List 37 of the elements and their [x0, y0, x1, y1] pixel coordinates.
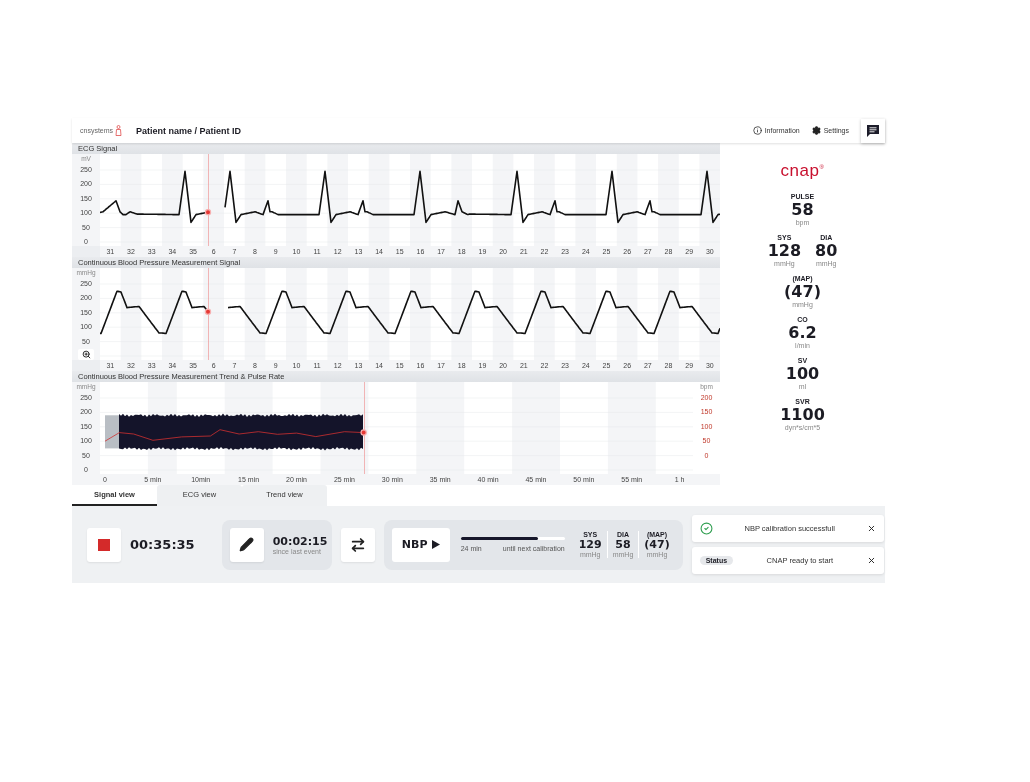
close-icon — [866, 524, 876, 533]
close-icon — [866, 556, 876, 565]
gear-icon — [811, 126, 821, 135]
reading-value: (47) — [644, 538, 670, 551]
swap-button[interactable] — [340, 527, 375, 562]
reading-value: 58 — [615, 538, 631, 551]
patient-title: Patient name / Patient ID — [136, 125, 243, 136]
cnap-logo: cnap$^{®}$ — [780, 161, 825, 181]
event-time: 00:02:15 — [272, 534, 328, 548]
chat-button[interactable] — [861, 118, 885, 143]
vital-value: (47) — [784, 282, 821, 301]
stop-icon — [98, 538, 110, 551]
close-button[interactable] — [866, 556, 876, 565]
swap-icon — [349, 536, 366, 553]
chat-icon — [866, 123, 880, 138]
reading-value: 129 — [578, 538, 602, 551]
stop-button[interactable] — [87, 527, 121, 562]
info-icon — [752, 126, 762, 135]
vital-value: 100 — [785, 364, 820, 383]
cursor-dot — [204, 208, 212, 216]
person-icon — [115, 125, 123, 136]
pencil-icon — [239, 537, 255, 552]
nbp-button[interactable]: NBP — [391, 527, 450, 562]
vital-value: 6.2 — [788, 323, 817, 342]
check-icon — [699, 522, 713, 535]
cursor-dot — [360, 429, 367, 436]
edit-event-button[interactable] — [229, 527, 264, 562]
zoom-icon — [81, 349, 91, 359]
vital-value: 128 — [767, 241, 802, 260]
play-icon — [431, 540, 440, 549]
cursor-dot — [204, 308, 212, 315]
vital-value: 80 — [815, 241, 838, 260]
elapsed-time: 00:35:35 — [130, 537, 195, 552]
vital-value: 58 — [791, 200, 814, 219]
close-button[interactable] — [866, 524, 876, 533]
vital-value: 1100 — [780, 405, 825, 424]
zoom-button[interactable] — [78, 348, 94, 360]
